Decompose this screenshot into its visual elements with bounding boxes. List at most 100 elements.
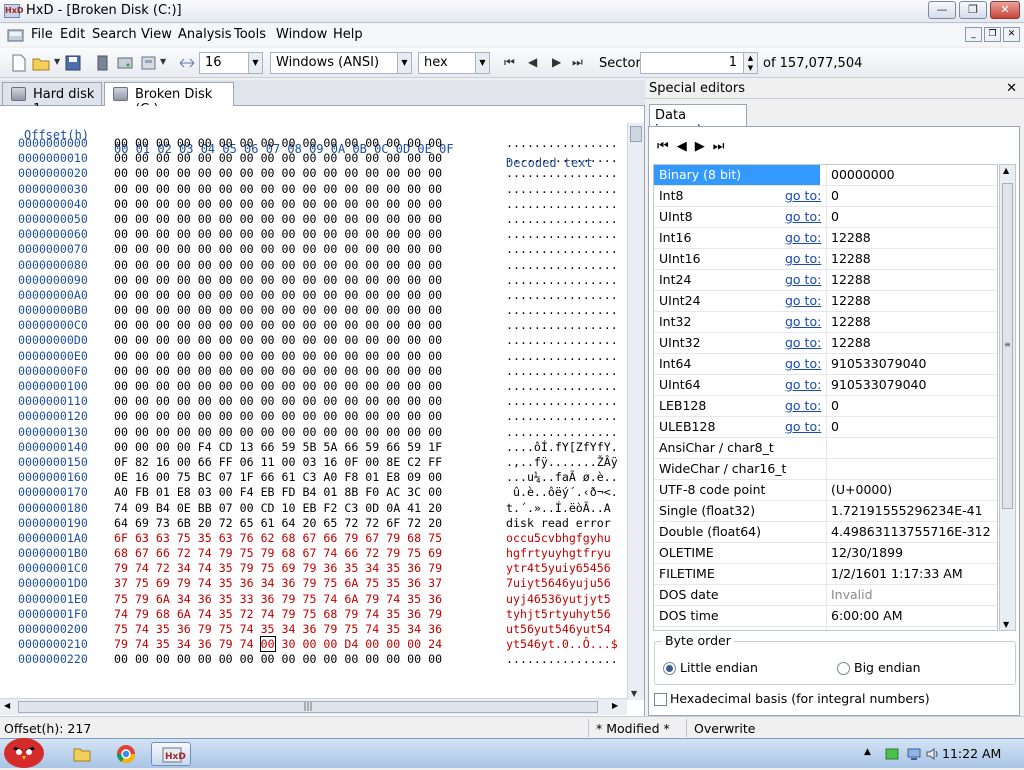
scroll-thumb[interactable]: ||| [18,701,598,713]
row-decoded-text[interactable]: hgfrtyuyhgtfryu [506,546,611,561]
row-hex-bytes[interactable]: 74 09 B4 0E BB 07 00 CD 10 EB F2 C3 0D 0… [114,501,442,516]
row-hex-bytes[interactable]: 79 74 72 34 74 35 79 75 69 79 36 35 34 3… [114,561,442,576]
start-button-angry-bird-icon[interactable] [0,729,50,769]
row-decoded-text[interactable]: ................ [506,652,618,667]
inspector-value[interactable]: 12288 [826,270,997,290]
row-hex-bytes[interactable]: 75 79 6A 34 36 35 33 36 79 75 74 6A 79 7… [114,592,442,607]
row-hex-bytes[interactable]: 00 00 00 00 00 00 00 00 00 00 00 00 00 0… [114,303,442,318]
row-decoded-text[interactable]: uyj46536yutjyt5 [506,592,611,607]
inspector-value[interactable]: 0 [826,417,997,437]
inspector-row[interactable]: Int32 go to: 12288 [654,312,997,333]
taskbar-chrome[interactable] [106,742,146,766]
hex-row[interactable]: 00000000C0 00 00 00 00 00 00 00 00 00 00 … [0,318,628,333]
goto-link[interactable]: go to: [785,207,821,227]
inspector-row[interactable]: Int24 go to: 12288 [654,270,997,291]
tab-data-inspector[interactable]: Data inspector [649,104,747,138]
hex-row[interactable]: 0000000070 00 00 00 00 00 00 00 00 00 00 … [0,242,628,257]
row-hex-bytes[interactable]: 74 79 68 6A 74 35 72 74 79 75 68 79 74 3… [114,607,442,622]
row-decoded-text[interactable]: .‚..fÿ.......ŽÂÿ [506,455,618,470]
menu-help[interactable]: Help [333,27,363,42]
row-hex-bytes[interactable]: 64 69 73 6B 20 72 65 61 64 20 65 72 72 6… [114,516,442,531]
row-decoded-text[interactable]: tyhjt5rtyuhyt56 [506,607,611,622]
disk-icon[interactable] [116,54,134,72]
row-decoded-text[interactable]: ................ [506,136,618,151]
caret-byte[interactable]: 00 [259,636,276,653]
row-decoded-text[interactable]: ................ [506,303,618,318]
hex-row[interactable]: 0000000170 A0 FB 01 E8 03 00 F4 EB FD B4 … [0,485,628,500]
hex-row[interactable]: 0000000090 00 00 00 00 00 00 00 00 00 00 … [0,273,628,288]
row-hex-bytes[interactable]: 00 00 00 00 00 00 00 00 00 00 00 00 00 0… [114,212,442,227]
hex-editor-pane[interactable]: Offset(h) 00 01 02 03 04 05 06 07 08 09 … [0,106,645,716]
goto-link[interactable]: go to: [785,375,821,395]
row-hex-bytes[interactable]: 00 00 00 00 00 00 00 00 00 00 00 00 00 0… [114,227,442,242]
hex-rows[interactable]: 0000000000 00 00 00 00 00 00 00 00 00 00 … [0,136,628,668]
row-hex-bytes[interactable]: 68 67 66 72 74 79 75 79 68 67 74 66 72 7… [114,546,442,561]
row-hex-bytes[interactable]: 00 00 00 00 00 00 00 00 00 00 00 00 00 0… [114,364,442,379]
hex-row[interactable]: 0000000080 00 00 00 00 00 00 00 00 00 00 … [0,258,628,273]
row-decoded-text[interactable]: ................ [506,242,618,257]
inspector-value[interactable]: 1.72191555296234E-41 [826,501,997,521]
row-decoded-text[interactable]: ytr4t5yuiy65456 [506,561,611,576]
row-hex-bytes[interactable]: 00 00 00 00 00 00 00 00 00 00 00 00 00 0… [114,333,442,348]
goto-link[interactable]: go to: [785,312,821,332]
hex-row[interactable]: 0000000190 64 69 73 6B 20 72 65 61 64 20 … [0,516,628,531]
hex-row[interactable]: 00000000E0 00 00 00 00 00 00 00 00 00 00 … [0,349,628,364]
save-icon[interactable] [64,54,82,72]
menu-view[interactable]: View [141,27,172,42]
inspector-value[interactable] [826,459,997,479]
scroll-right-arrow-icon[interactable]: ▶ [612,701,618,710]
inspector-value[interactable]: 12288 [826,312,997,332]
inspector-value[interactable]: 0 [826,186,997,206]
menu-analysis[interactable]: Analysis [178,27,232,42]
inspector-row[interactable]: AnsiChar / char8_t [654,438,997,459]
tray-green-icon[interactable] [884,746,900,762]
hex-row[interactable]: 0000000140 00 00 00 00 F4 CD 13 66 59 5B … [0,440,628,455]
row-decoded-text[interactable]: ................ [506,333,618,348]
goto-link[interactable]: go to: [785,270,821,290]
inspector-value[interactable]: 12288 [826,291,997,311]
menu-window[interactable]: Window [276,27,327,42]
clock[interactable]: 11:22 AM [942,746,1001,761]
open-disk-image-icon[interactable] [140,54,158,72]
tray-expand-icon[interactable]: ▲ [864,747,871,757]
hex-row[interactable]: 0000000000 00 00 00 00 00 00 00 00 00 00 … [0,136,628,151]
inspector-value[interactable]: 12/30/1899 [826,543,997,563]
row-hex-bytes[interactable]: 00 00 00 00 00 00 00 00 00 00 00 00 00 0… [114,288,442,303]
row-decoded-text[interactable]: occu5cvbhgfgyhu [506,531,611,546]
hex-row[interactable]: 0000000130 00 00 00 00 00 00 00 00 00 00 … [0,425,628,440]
row-hex-bytes[interactable]: 00 00 00 00 00 00 00 00 00 00 00 00 00 0… [114,258,442,273]
row-hex-bytes[interactable]: 79 74 35 34 36 79 74 00 30 00 00 D4 00 0… [114,636,442,653]
mdi-restore-button[interactable]: ❐ [984,27,1001,42]
minimize-button[interactable]: — [928,1,956,19]
goto-link[interactable]: go to: [785,186,821,206]
inspector-value[interactable]: (U+0000) [826,480,997,500]
row-decoded-text[interactable]: ................ [506,318,618,333]
next-sector-icon[interactable]: ▶ [552,55,561,69]
hex-row[interactable]: 0000000060 00 00 00 00 00 00 00 00 00 00 … [0,227,628,242]
hex-row[interactable]: 0000000160 0E 16 00 75 BC 07 1F 66 61 C3 … [0,470,628,485]
close-button[interactable]: ✕ [990,1,1020,19]
goto-link[interactable]: go to: [785,228,821,248]
inspector-row[interactable]: LEB128 go to: 0 [654,396,997,417]
row-hex-bytes[interactable]: 00 00 00 00 00 00 00 00 00 00 00 00 00 0… [114,273,442,288]
inspector-row[interactable]: Single (float32) 1.72191555296234E-41 [654,501,997,522]
scroll-down-arrow-icon[interactable]: ▼ [631,689,637,698]
volume-icon[interactable] [925,746,941,762]
big-endian-radio[interactable]: Big endian [837,660,921,675]
hex-row[interactable]: 0000000100 00 00 00 00 00 00 00 00 00 00 … [0,379,628,394]
little-endian-radio[interactable]: Little endian [663,660,758,675]
row-decoded-text[interactable]: ................ [506,197,618,212]
inspector-row[interactable]: Int8 go to: 0 [654,186,997,207]
sector-input[interactable]: 1 ▲ ▼ [640,52,758,74]
inspector-row[interactable]: ULEB128 go to: 0 [654,417,997,438]
row-hex-bytes[interactable]: 00 00 00 00 00 00 00 00 00 00 00 00 00 0… [114,318,442,333]
row-hex-bytes[interactable]: 00 00 00 00 00 00 00 00 00 00 00 00 00 0… [114,349,442,364]
row-decoded-text[interactable]: ................ [506,212,618,227]
inspector-value[interactable]: Invalid [826,585,997,605]
menu-file[interactable]: File [31,27,53,42]
inspector-row[interactable]: Binary (8 bit) 00000000 [654,165,997,186]
row-decoded-text[interactable]: ................ [506,349,618,364]
inspector-row[interactable]: Int64 go to: 910533079040 [654,354,997,375]
hex-vertical-scrollbar[interactable]: ▼ [627,123,644,700]
row-decoded-text[interactable]: disk read error [506,516,618,531]
